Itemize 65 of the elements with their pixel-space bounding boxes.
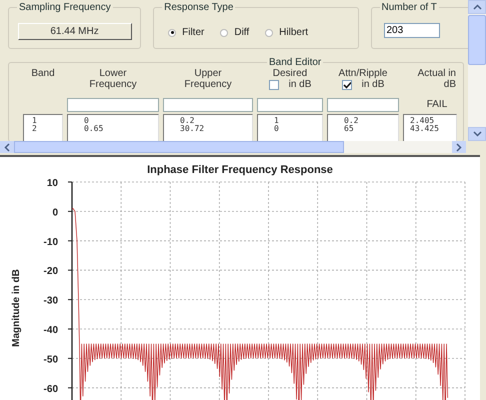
scroll-right-icon[interactable] [452, 141, 466, 153]
status-text: FAIL [426, 98, 448, 112]
taps-field[interactable]: 203 [384, 23, 440, 38]
radio-option[interactable]: Hilbert [265, 27, 308, 38]
scroll-thumb[interactable] [14, 141, 344, 153]
tick-label: -60 [44, 384, 58, 395]
cell-value: 0.2 [180, 117, 196, 125]
tick-label: -10 [44, 236, 58, 248]
column-header: Desired [272, 68, 308, 79]
axis-label: Magnitude in dB [11, 269, 22, 347]
input-field[interactable] [327, 98, 399, 112]
radio-label: Filter [182, 27, 204, 38]
checkbox[interactable] [268, 80, 279, 90]
cell-value: 0 [84, 117, 90, 125]
radio-icon[interactable] [168, 28, 176, 36]
cell-value: 30.72 [180, 125, 206, 133]
cell-value: 1 [274, 117, 280, 125]
values-box[interactable]: 1 2 [23, 114, 63, 141]
cell-value: 2.405 [410, 117, 436, 125]
tick-label: -40 [44, 325, 58, 336]
radio-icon[interactable] [265, 28, 274, 36]
column-header: in dB [362, 79, 384, 90]
column-header: Attn/Ripple [338, 68, 388, 79]
checkbox[interactable] [342, 80, 352, 90]
column-header: Actual in dB [416, 68, 456, 90]
cell-value: 43.425 [410, 125, 440, 133]
radio-option[interactable]: Diff [220, 27, 250, 38]
radio-option[interactable]: Filter [168, 27, 204, 38]
cell-value: 0.65 [84, 125, 104, 133]
group-label: Sampling Frequency [17, 1, 113, 14]
radio-label: Hilbert [279, 27, 308, 38]
cell-value: 0 [274, 125, 280, 133]
horizontal-scrollbar[interactable] [0, 141, 466, 153]
cell-value: 2 [32, 125, 38, 133]
vertical-scrollbar[interactable] [468, 0, 486, 141]
input-field[interactable] [257, 98, 323, 112]
values-box[interactable]: 2.405 43.425 [403, 114, 457, 141]
frequency-button[interactable]: 61.44 MHz [18, 23, 132, 40]
radio-label: Diff [234, 27, 250, 38]
column-header: Lower Frequency [88, 68, 138, 90]
tick-label: -20 [44, 266, 58, 278]
scroll-down-icon[interactable] [468, 127, 486, 141]
chart-title: Inphase Filter Frequency Response [147, 164, 333, 176]
tick-label: -30 [44, 296, 58, 307]
cell-value: 1 [32, 117, 38, 125]
group-label: Band Editor [267, 56, 324, 69]
tick-label: -50 [44, 354, 58, 366]
values-box[interactable]: 0.2 30.72 [163, 114, 253, 141]
tick-label: 10 [46, 178, 58, 189]
column-header: in dB [288, 79, 312, 90]
values-box[interactable]: 1 0 [257, 114, 323, 141]
values-box[interactable]: 0.2 65 [327, 114, 399, 141]
scroll-up-icon[interactable] [468, 0, 486, 14]
group-label: Response Type [162, 1, 236, 14]
column-header: Upper Frequency [183, 68, 233, 90]
values-box[interactable]: 0 0.65 [67, 114, 159, 141]
cell-value: 0.2 [344, 117, 360, 125]
column-header: Band [31, 68, 55, 79]
input-field[interactable] [67, 98, 159, 112]
cell-value: 65 [344, 125, 355, 133]
input-field[interactable] [163, 98, 253, 112]
scroll-thumb[interactable] [468, 15, 486, 65]
radio-icon[interactable] [220, 28, 228, 36]
scroll-left-icon[interactable] [0, 141, 14, 153]
tick-label: 0 [52, 207, 58, 218]
